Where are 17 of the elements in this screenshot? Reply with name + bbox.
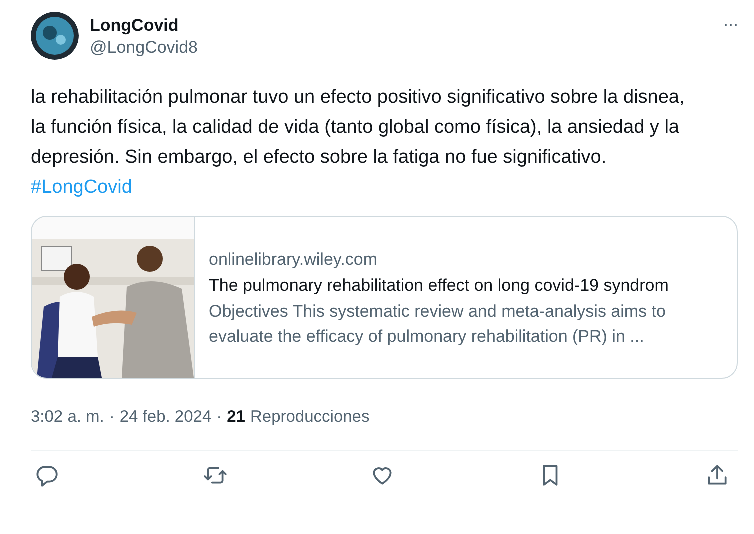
views-label: Reproducciones: [250, 408, 370, 426]
avatar[interactable]: [31, 12, 79, 60]
view-count: 21: [227, 408, 246, 426]
reply-icon[interactable]: [35, 463, 60, 488]
separator-dot: ·: [109, 408, 115, 426]
post-text: la rehabilitación pulmonar tuvo un efecto positivo significativo sobre la disnea, la función física, la calidad de vida (tanto global como física), la ansiedad y la depresión. Sin embargo, el efecto sobre la fatiga no fue significativo.: [31, 86, 686, 170]
post-date[interactable]: 24 feb. 2024: [120, 408, 212, 426]
link-domain: onlinelibrary.wiley.com: [209, 248, 378, 270]
share-icon[interactable]: [705, 463, 730, 488]
author-handle[interactable]: @LongCovid8: [90, 37, 198, 59]
author-name[interactable]: LongCovid: [90, 15, 198, 37]
separator-dot: ·: [216, 408, 222, 426]
more-button[interactable]: ···: [723, 14, 738, 35]
link-description: Objectives This systematic review and meta-analysis aims to evaluate the efficacy of pulmonary rehabilitation (PR) in ...: [209, 300, 667, 348]
link-card[interactable]: [31, 216, 738, 379]
link-title: The pulmonary rehabilitation effect on long covid-19 syndrom: [209, 274, 670, 296]
post-time[interactable]: 3:02 a. m.: [31, 408, 104, 426]
